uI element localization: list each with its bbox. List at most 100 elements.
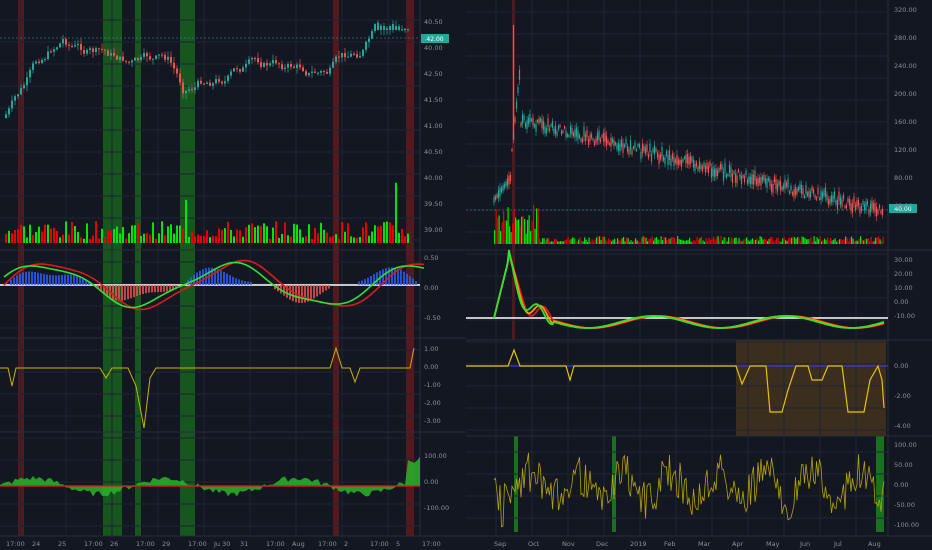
volume-bar (552, 241, 554, 244)
candle-body (149, 56, 151, 60)
candle-body (571, 127, 573, 135)
volume-bar (635, 238, 637, 244)
volume-bar (738, 237, 740, 244)
volume-bar (816, 237, 818, 244)
volume-bar (23, 226, 25, 243)
macd-histogram-bar (316, 285, 318, 297)
volume-bar (260, 226, 262, 243)
candle-body (685, 154, 687, 164)
volume-bar (242, 236, 244, 243)
candle-body (689, 155, 692, 164)
volume-bar (299, 229, 301, 243)
cci-axis-tick: 100.00 (424, 452, 447, 460)
volume-bar (146, 232, 148, 243)
volume-bar (501, 222, 503, 244)
candle-body (686, 154, 689, 164)
volume-bar (182, 228, 184, 243)
candle-body (323, 71, 325, 73)
candle-body (89, 48, 91, 51)
volume-bar (516, 219, 518, 244)
volume-bar (557, 241, 559, 244)
volume-bar (404, 236, 406, 243)
candle-body (155, 55, 157, 59)
volume-bar (389, 222, 391, 243)
volume-bar (335, 234, 337, 243)
right-chart-panel[interactable]: 40.00 320.00 280.00 240.00 200.00 160.00 120.0… (466, 0, 932, 550)
price-axis-tick: 39.00 (424, 226, 443, 234)
volume-bar (840, 239, 842, 244)
volume-bar (653, 240, 655, 244)
candle-body (182, 82, 184, 94)
volume-bar (663, 236, 665, 244)
price-axis-tick: 40.00 (424, 44, 443, 52)
volume-bar (269, 238, 271, 243)
left-chart-panel[interactable]: 42.00 40.50 40.00 42.50 41.50 41.00 40.50 40.00… (0, 0, 466, 550)
candle-body (694, 163, 696, 171)
candle-body (350, 53, 352, 57)
volume-bar (600, 240, 602, 244)
candle-body (44, 59, 46, 61)
volume-bar (821, 241, 823, 244)
volume-bar (257, 225, 259, 243)
candle-body (664, 157, 666, 165)
volume-bar (636, 240, 638, 244)
candle-body (853, 196, 855, 204)
candle-body (622, 143, 624, 153)
candle-body (832, 195, 834, 202)
volume-bar (749, 241, 751, 244)
macd-histogram-bar (157, 285, 159, 293)
volume-bar (762, 239, 764, 244)
macd-histogram-bar (25, 271, 27, 285)
x-axis-tick: Sep (494, 540, 506, 548)
volume-bar (170, 224, 172, 243)
volume-bar (723, 237, 725, 244)
candle-body (772, 184, 774, 193)
candle-body (581, 138, 584, 143)
candle-body (5, 114, 7, 118)
volume-bar (858, 238, 860, 244)
volume-bar (741, 241, 743, 244)
candle-body (602, 133, 605, 142)
candle-body (857, 200, 860, 206)
candle-body (679, 160, 681, 165)
x-axis-tick: 17:00 (188, 540, 207, 548)
candle-body (335, 56, 337, 62)
candle-body (514, 117, 516, 123)
volume-bar (777, 237, 779, 244)
volume-bar (173, 233, 175, 243)
macd-axis-tick: 10.00 (894, 284, 913, 292)
volume-bar (674, 237, 676, 244)
x-axis-tick: 17:00 (422, 540, 441, 548)
volume-bar (873, 241, 875, 244)
cci-axis-tick: 100.00 (894, 441, 917, 449)
candle-body (802, 188, 804, 195)
candle-body (808, 190, 810, 198)
candle-body (742, 174, 744, 178)
volume-bar (290, 236, 292, 243)
candle-body (251, 57, 253, 60)
x-axis-tick: Aug (868, 540, 881, 548)
price-axis-tick: 40.00 (424, 174, 443, 182)
candle-body (299, 64, 301, 68)
volume-bar (662, 240, 664, 244)
candle-body (386, 28, 388, 30)
volume-bar (504, 220, 506, 244)
highlight-band (333, 0, 339, 536)
candle-body (707, 165, 710, 173)
volume-bar (824, 238, 826, 244)
volume-bar (882, 236, 884, 244)
macd-histogram-bar (19, 273, 21, 285)
volume-bar (774, 240, 776, 244)
candle-body (565, 130, 567, 138)
candle-body (278, 63, 280, 65)
volume-bar (804, 238, 806, 244)
candle-body (17, 94, 19, 97)
candle-body (737, 169, 740, 172)
candle-body (80, 44, 82, 50)
candle-body (640, 151, 642, 159)
price-axis-tick: 160.00 (894, 118, 917, 126)
volume-bar (834, 238, 836, 244)
candle-body (137, 57, 139, 60)
x-axis-tick: 31 (240, 540, 248, 548)
volume-bar (809, 239, 811, 244)
